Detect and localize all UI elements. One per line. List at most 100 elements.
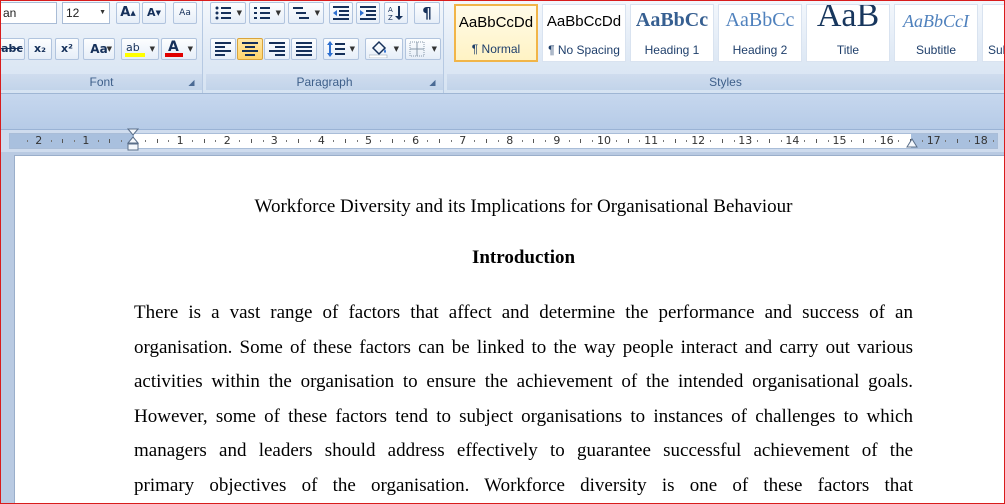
ruler-tick <box>427 140 429 142</box>
ruler-tick <box>768 139 770 143</box>
justify-button[interactable] <box>291 38 317 60</box>
ruler-tick <box>262 140 264 142</box>
sort-button[interactable]: A Z <box>384 2 408 24</box>
ruler-tick <box>27 140 29 142</box>
svg-text:Z: Z <box>388 14 393 21</box>
word-window: an 12 ▼ A▲ A▼ Aa abc x₂ x² Aa ▼ ab ▼ A ▼… <box>0 0 1005 504</box>
style-preview: AaB <box>816 4 880 34</box>
dialog-launcher-icon[interactable]: ◢ <box>428 78 437 87</box>
style-no-spacing[interactable]: AaBbCcDd ¶ No Spacing <box>542 4 626 62</box>
chevron-down-icon: ▼ <box>275 9 281 17</box>
chevron-down-icon: ▼ <box>106 45 112 53</box>
bullets-button[interactable]: ▼ <box>210 2 246 24</box>
shrink-font-button[interactable]: A▼ <box>142 2 166 24</box>
font-color-button[interactable]: A ▼ <box>161 38 197 60</box>
ruler-number: 6 <box>412 134 420 147</box>
ruler-left-margin <box>10 134 134 148</box>
ruler-tick <box>851 140 853 142</box>
shading-button[interactable]: ▼ <box>365 38 403 60</box>
align-right-icon <box>269 42 285 56</box>
ruler-tick <box>498 140 500 142</box>
ruler-tick <box>674 139 676 143</box>
font-size-combobox[interactable]: 12 ▼ <box>62 2 110 24</box>
ruler-number: 16 <box>879 134 894 147</box>
change-case-button[interactable]: Aa ▼ <box>83 38 115 60</box>
ruler-tick <box>356 140 358 142</box>
ruler-tick <box>238 140 240 142</box>
left-indent-marker-icon[interactable] <box>127 128 139 152</box>
ruler-tick <box>921 140 923 142</box>
body-line: activities within the organisation to en… <box>134 371 913 392</box>
bullet-list-icon <box>215 6 231 20</box>
style-preview: AaBbCcDd <box>546 13 622 30</box>
ruler-tick <box>344 139 346 143</box>
style-subtle-emphasis[interactable]: Sub <box>982 4 1004 62</box>
ruler-tick <box>191 140 193 142</box>
grow-font-button[interactable]: A▲ <box>116 2 140 24</box>
increase-indent-button[interactable] <box>356 2 380 24</box>
ruler-tick <box>215 140 217 142</box>
ruler-tick <box>780 140 782 142</box>
chevron-down-icon: ▼ <box>393 45 399 53</box>
line-spacing-button[interactable]: ▼ <box>323 38 359 60</box>
ruler-tick <box>533 139 535 143</box>
line-spacing-icon <box>327 41 345 57</box>
superscript-button[interactable]: x² <box>55 38 79 60</box>
dialog-launcher-icon[interactable]: ◢ <box>187 78 196 87</box>
ruler-tick <box>757 140 759 142</box>
multilevel-list-button[interactable]: ▼ <box>288 2 324 24</box>
justify-icon <box>296 42 312 56</box>
change-case-label: Aa <box>90 42 108 56</box>
borders-icon <box>409 41 425 57</box>
style-heading-2[interactable]: AaBbCc Heading 2 <box>718 4 802 62</box>
ribbon-divider-band <box>1 94 1004 130</box>
align-left-button[interactable] <box>210 38 236 60</box>
align-center-button[interactable] <box>237 38 263 60</box>
font-name-combobox[interactable]: an <box>1 2 57 24</box>
align-left-icon <box>215 42 231 56</box>
style-name: ¶ Normal <box>471 42 521 56</box>
ruler-number: 15 <box>832 134 847 147</box>
ruler-tick <box>945 140 947 142</box>
numbering-button[interactable]: ▼ <box>249 2 285 24</box>
ruler-number: 3 <box>270 134 278 147</box>
ruler-number: 12 <box>691 134 706 147</box>
ruler-tick <box>97 140 99 142</box>
right-indent-marker-icon[interactable] <box>906 137 918 149</box>
ruler-tick <box>74 140 76 142</box>
ruler-tick <box>121 140 123 142</box>
ruler-tick <box>627 139 629 143</box>
document-body: There is a vast range of factors that af… <box>134 296 913 503</box>
font-group-label: Font <box>1 74 202 90</box>
show-formatting-button[interactable]: ¶ <box>414 2 440 24</box>
ruler-tick <box>203 139 205 143</box>
font-name-value: an <box>3 6 17 20</box>
ruler-tick <box>380 140 382 142</box>
decrease-indent-button[interactable] <box>329 2 353 24</box>
document-page[interactable]: Workforce Diversity and its Implications… <box>14 155 1004 503</box>
body-line: However, some of these factors tend to s… <box>134 405 913 427</box>
highlight-button[interactable]: ab ▼ <box>121 38 159 60</box>
ruler-tick <box>580 139 582 143</box>
ruler-tick <box>804 140 806 142</box>
style-title[interactable]: AaB Title <box>806 4 890 62</box>
horizontal-ruler[interactable]: 2 1 1 2 3 4 5 6 7 8 9 10 11 12 13 14 15 16 17 18 <box>1 130 1004 152</box>
style-heading-1[interactable]: AaBbCc Heading 1 <box>630 4 714 62</box>
subscript-button[interactable]: x₂ <box>28 38 52 60</box>
style-subtitle[interactable]: AaBbCcI Subtitle <box>894 4 978 62</box>
ruler-tick <box>568 140 570 142</box>
paragraph-group: ▼ ▼ ▼ A Z ¶ ▼ ▼ ▼ Paragraph ◢ <box>206 1 444 93</box>
chevron-down-icon: ▼ <box>349 45 355 53</box>
ruler-number: 5 <box>365 134 372 147</box>
style-normal[interactable]: AaBbCcDd ¶ Normal <box>454 4 538 62</box>
strikethrough-button[interactable]: abc <box>1 38 25 60</box>
ruler-number: 7 <box>459 134 467 147</box>
align-right-button[interactable] <box>264 38 290 60</box>
body-line: primary objectives of the organisation. … <box>134 474 913 496</box>
ruler-tick <box>898 140 900 142</box>
borders-button[interactable]: ▼ <box>405 38 441 60</box>
clear-formatting-button[interactable]: Aa <box>173 2 197 24</box>
ruler-number: 11 <box>644 134 659 147</box>
increase-indent-icon <box>360 6 376 20</box>
ruler-tick <box>109 139 111 143</box>
